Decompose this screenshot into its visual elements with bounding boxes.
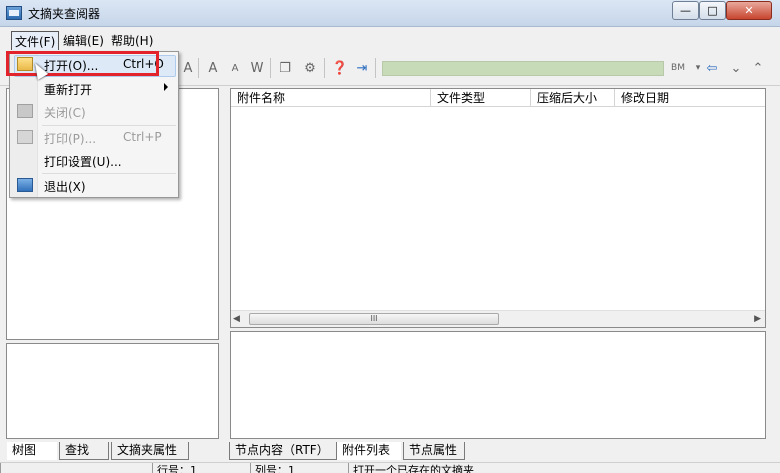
help-icon[interactable]: ❓ — [330, 59, 350, 77]
preview-panel — [230, 331, 766, 439]
menu-item-label: 重新打开 — [44, 83, 93, 97]
menu-item-label: 退出(X) — [44, 180, 86, 194]
splitter[interactable] — [222, 86, 226, 441]
highlight-box — [6, 51, 159, 76]
menu-item-shortcut: Ctrl+P — [123, 130, 162, 144]
bookmark-icon[interactable]: BM — [668, 59, 688, 77]
menu-bar: 文件(F) 编辑(E) 帮助(H) — [0, 28, 780, 52]
attachment-list[interactable]: 附件名称 文件类型 压缩后大小 修改日期 ◀ III ▶ — [230, 88, 766, 328]
exit-icon[interactable]: ⇥ — [352, 59, 372, 77]
menu-item-label: 关闭(C) — [44, 106, 86, 120]
menu-item-print-setup[interactable]: 打印设置(U)... — [11, 149, 178, 172]
menu-item-label: 打印(P)... — [44, 132, 97, 146]
status-bar: 行号：1 列号：1 打开一个已存在的文摘夹 — [0, 462, 780, 473]
status-cell — [0, 463, 152, 473]
column-header-size[interactable]: 压缩后大小 — [531, 89, 615, 107]
tab-tree[interactable]: 树图 — [7, 442, 57, 460]
font-size-decrease-icon[interactable]: A — [225, 59, 245, 77]
horizontal-scrollbar[interactable]: ◀ III ▶ — [231, 310, 765, 327]
submenu-arrow-icon — [164, 83, 168, 91]
menu-help[interactable]: 帮助(H) — [108, 31, 156, 50]
tab-find[interactable]: 查找 — [59, 442, 109, 460]
tab-folder-properties[interactable]: 文摘夹属性 — [111, 442, 189, 460]
window-title: 文摘夹查阅器 — [28, 7, 101, 21]
list-header: 附件名称 文件类型 压缩后大小 修改日期 — [231, 89, 765, 107]
app-icon — [6, 6, 22, 20]
minimize-button[interactable]: — — [672, 1, 699, 20]
toolbar-separator — [375, 58, 376, 78]
maximize-button[interactable]: □ — [699, 1, 726, 20]
settings-icon[interactable]: ⚙ — [300, 59, 320, 77]
status-line: 行号：1 — [152, 463, 250, 473]
column-header-date[interactable]: 修改日期 — [615, 89, 765, 107]
toolbar-separator — [324, 58, 325, 78]
tab-node-content[interactable]: 节点内容（RTF） — [229, 442, 337, 460]
down-icon[interactable]: ⌄ — [726, 59, 746, 77]
font-style-icon[interactable]: A — [178, 59, 198, 77]
printer-icon — [17, 130, 33, 144]
menu-file[interactable]: 文件(F) — [11, 31, 60, 52]
menu-item-label: 打印设置(U)... — [44, 155, 122, 169]
copy-icon[interactable]: ❐ — [275, 59, 295, 77]
font-format-icon[interactable]: W — [247, 59, 267, 77]
status-message: 打开一个已存在的文摘夹 — [348, 463, 780, 473]
scroll-thumb[interactable]: III — [249, 313, 499, 325]
scroll-left-icon[interactable]: ◀ — [233, 314, 240, 324]
up-icon[interactable]: ⌃ — [748, 59, 768, 77]
back-icon[interactable]: ⇦ — [702, 59, 722, 77]
menu-item-print[interactable]: 打印(P)... Ctrl+P — [11, 126, 178, 149]
title-bar: 文摘夹查阅器 — □ ✕ — [0, 0, 780, 27]
progress-bar — [382, 61, 664, 76]
exit-icon — [17, 178, 33, 192]
details-panel — [6, 343, 219, 439]
menu-item-close[interactable]: 关闭(C) — [11, 100, 178, 123]
scroll-right-icon[interactable]: ▶ — [754, 314, 761, 324]
tab-node-properties[interactable]: 节点属性 — [403, 442, 465, 460]
column-header-type[interactable]: 文件类型 — [431, 89, 531, 107]
menu-item-exit[interactable]: 退出(X) — [11, 174, 178, 197]
menu-edit[interactable]: 编辑(E) — [60, 31, 107, 50]
status-column: 列号：1 — [250, 463, 348, 473]
menu-item-reopen[interactable]: 重新打开 — [11, 77, 178, 100]
close-file-icon — [17, 104, 33, 118]
tab-attachments[interactable]: 附件列表 — [337, 442, 401, 460]
toolbar-separator — [198, 58, 199, 78]
toolbar-separator — [270, 58, 271, 78]
close-button[interactable]: ✕ — [726, 1, 772, 20]
right-edge — [768, 86, 780, 441]
column-header-name[interactable]: 附件名称 — [231, 89, 431, 107]
font-size-increase-icon[interactable]: A — [203, 59, 223, 77]
